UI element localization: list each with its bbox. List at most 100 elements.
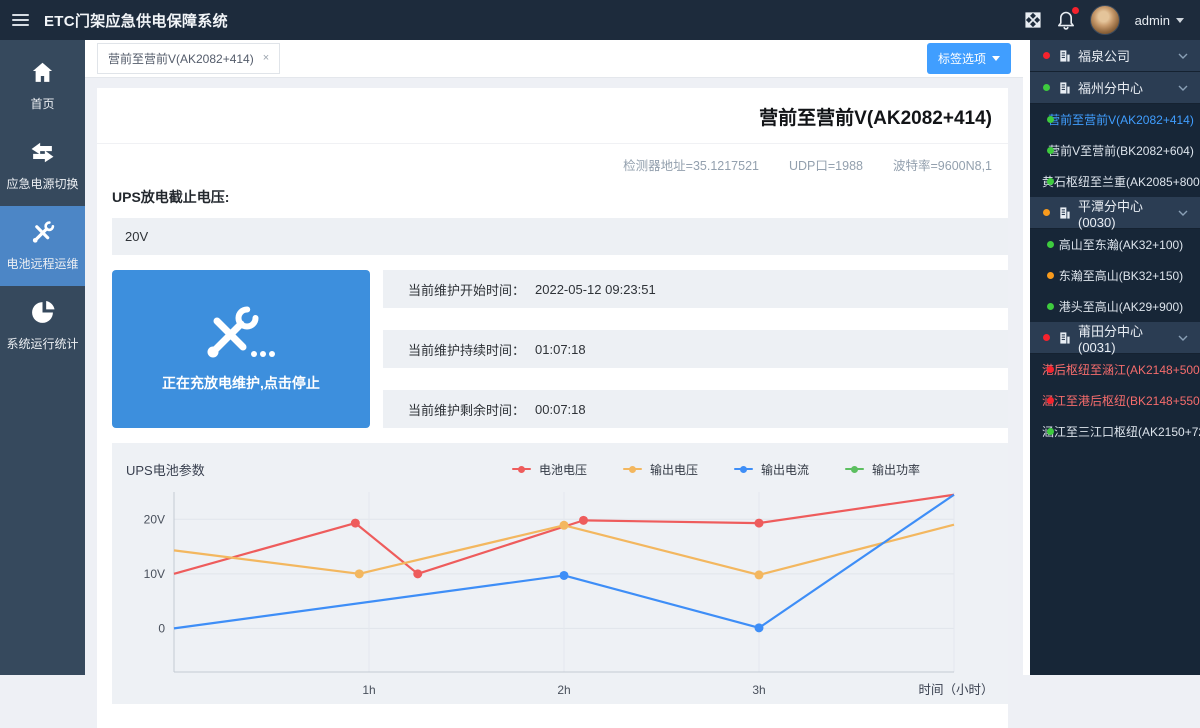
svg-text:10V: 10V (144, 567, 165, 581)
meta-item: 波特率=9600N8,1 (893, 159, 992, 173)
tree-leaf-label: 营前V至营前(BK2082+604) (1030, 142, 1200, 159)
info-row-label: 当前维护持续时间： (408, 340, 525, 359)
meta-item: UDP口=1988 (789, 159, 863, 173)
status-dot (1043, 209, 1050, 216)
meta-item: 检测器地址=35.1217521 (623, 159, 759, 173)
maintenance-stop-button[interactable]: 正在充放电维护,点击停止 (112, 270, 370, 428)
app-title: ETC门架应急供电保障系统 (44, 10, 228, 31)
tag-options-button[interactable]: 标签选项 (927, 43, 1011, 74)
legend-item[interactable]: 输出电压 (623, 461, 698, 478)
tree-leaf-label: 黄石枢纽至兰重(AK2085+800) (1030, 173, 1200, 190)
svg-text:1h: 1h (362, 683, 375, 697)
wrench-tools-icon (198, 306, 284, 367)
info-row-value: 2022-05-12 09:23:51 (535, 282, 656, 297)
legend-item[interactable]: 输出功率 (845, 461, 920, 478)
info-row-value: 01:07:18 (535, 342, 586, 357)
sidebar-item-home[interactable]: 首页 (0, 46, 85, 126)
chevron-down-icon[interactable] (1178, 85, 1188, 91)
info-row-value: 00:07:18 (535, 402, 586, 417)
sidebar-item-swap[interactable]: 应急电源切换 (0, 126, 85, 206)
maintenance-info-list: 当前维护开始时间： 2022-05-12 09:23:51 当前维护持续时间： 01:… (383, 270, 1008, 428)
legend-marker-icon (734, 468, 753, 470)
avatar[interactable] (1090, 5, 1120, 35)
chart-title: UPS电池参数 (126, 460, 205, 479)
main-area: 营前至营前V(AK2082+414) × 标签选项 营前至营前V(AK2082+… (85, 40, 1030, 675)
sidebar-item-pie[interactable]: 系统运行统计 (0, 286, 85, 366)
tree-leaf-label: 涵江至三江口枢纽(AK2150+720) (1030, 423, 1200, 440)
tree-group[interactable]: 福泉公司 (1030, 40, 1200, 72)
tree-group-label: 福泉公司 (1078, 46, 1130, 65)
hamburger-menu-icon[interactable] (12, 14, 29, 26)
tree-leaf[interactable]: 涵江至三江口枢纽(AK2150+720) (1030, 416, 1200, 447)
ups-cutoff-value[interactable]: 20V (112, 218, 1008, 255)
legend-label: 电池电压 (539, 461, 587, 478)
status-dot (1047, 397, 1054, 404)
sidebar-item-label: 电池远程运维 (6, 255, 78, 272)
tree-leaf-label: 营前至营前V(AK2082+414) (1030, 111, 1200, 128)
maintenance-button-label: 正在充放电维护,点击停止 (162, 373, 320, 393)
sidebar-item-label: 首页 (30, 95, 54, 112)
status-dot (1043, 84, 1050, 91)
legend-marker-icon (845, 468, 864, 470)
status-dot (1047, 303, 1054, 310)
fullscreen-icon[interactable] (1024, 11, 1042, 29)
legend-marker-icon (512, 468, 531, 470)
status-dot (1047, 178, 1054, 185)
tree-leaf[interactable]: 高山至东瀚(AK32+100) (1030, 229, 1200, 260)
user-menu[interactable]: admin (1135, 13, 1184, 28)
sidebar-item-label: 系统运行统计 (6, 335, 78, 352)
svg-text:20V: 20V (144, 512, 165, 526)
tree-leaf-label: 港头至高山(AK29+900) (1030, 298, 1200, 315)
top-navbar: ETC门架应急供电保障系统 adm (0, 0, 1200, 40)
detail-card: 营前至营前V(AK2082+414) 检测器地址=35.1217521UDP口=… (97, 88, 1008, 728)
sidebar-item-wrench[interactable]: 电池远程运维 (0, 206, 85, 286)
tab-label: 营前至营前V(AK2082+414) (108, 50, 254, 67)
legend-label: 输出电压 (650, 461, 698, 478)
content-scroll-area: 营前至营前V(AK2082+414) 检测器地址=35.1217521UDP口=… (85, 78, 1030, 675)
tree-leaf-label: 高山至东瀚(AK32+100) (1030, 236, 1200, 253)
legend-item[interactable]: 电池电压 (512, 461, 587, 478)
chart-legend: 电池电压 输出电压 输出电流 输出功率 (512, 461, 920, 478)
chevron-down-icon (1176, 18, 1184, 23)
tree-leaf[interactable]: 港后枢纽至涵江(AK2148+500) (1030, 354, 1200, 385)
chevron-down-icon[interactable] (1178, 210, 1188, 216)
svg-text:0: 0 (158, 621, 165, 635)
maintenance-info-row: 当前维护开始时间： 2022-05-12 09:23:51 (383, 270, 1008, 308)
status-dot (1047, 428, 1054, 435)
tree-group[interactable]: 莆田分中心(0031) (1030, 322, 1200, 354)
tree-leaf[interactable]: 营前V至营前(BK2082+604) (1030, 135, 1200, 166)
building-icon (1058, 81, 1071, 95)
building-icon (1058, 206, 1071, 220)
scrollbar-track[interactable] (1023, 77, 1030, 675)
chevron-down-icon[interactable] (1178, 53, 1188, 59)
notifications-bell-icon[interactable] (1057, 10, 1075, 30)
tab-bar: 营前至营前V(AK2082+414) × 标签选项 (85, 40, 1030, 78)
ups-cutoff-label: UPS放电截止电压: (97, 174, 1008, 218)
tree-leaf[interactable]: 东瀚至高山(BK32+150) (1030, 260, 1200, 291)
username: admin (1135, 13, 1170, 28)
tab-close-icon[interactable]: × (263, 53, 269, 64)
tree-leaf[interactable]: 港头至高山(AK29+900) (1030, 291, 1200, 322)
status-dot (1047, 366, 1054, 373)
legend-label: 输出功率 (872, 461, 920, 478)
status-dot (1047, 147, 1054, 154)
building-icon (1058, 49, 1071, 63)
info-row-label: 当前维护开始时间： (408, 280, 525, 299)
svg-text:3h: 3h (752, 683, 765, 697)
station-tree-sidebar: 福泉公司福州分中心营前至营前V(AK2082+414) 营前V至营前(BK2082… (1030, 40, 1200, 675)
tree-group[interactable]: 平潭分中心(0030) (1030, 197, 1200, 229)
tree-leaf[interactable]: 营前至营前V(AK2082+414) (1030, 104, 1200, 135)
status-dot (1047, 272, 1054, 279)
tree-leaf[interactable]: 黄石枢纽至兰重(AK2085+800) (1030, 166, 1200, 197)
tree-group[interactable]: 福州分中心 (1030, 72, 1200, 104)
chevron-down-icon[interactable] (1178, 335, 1188, 341)
legend-item[interactable]: 输出电流 (734, 461, 809, 478)
tree-leaf[interactable]: 涵江至港后枢纽(BK2148+550) (1030, 385, 1200, 416)
tab-active[interactable]: 营前至营前V(AK2082+414) × (97, 43, 280, 74)
sidebar-item-label: 应急电源切换 (6, 175, 78, 192)
maintenance-info-row: 当前维护持续时间： 01:07:18 (383, 330, 1008, 368)
home-icon (30, 60, 55, 85)
building-icon (1058, 331, 1071, 345)
ups-chart-panel: UPS电池参数 电池电压输出电压输出电流输出功率 20V10V01h2h3h时间… (112, 443, 1008, 704)
pie-icon (30, 300, 55, 325)
